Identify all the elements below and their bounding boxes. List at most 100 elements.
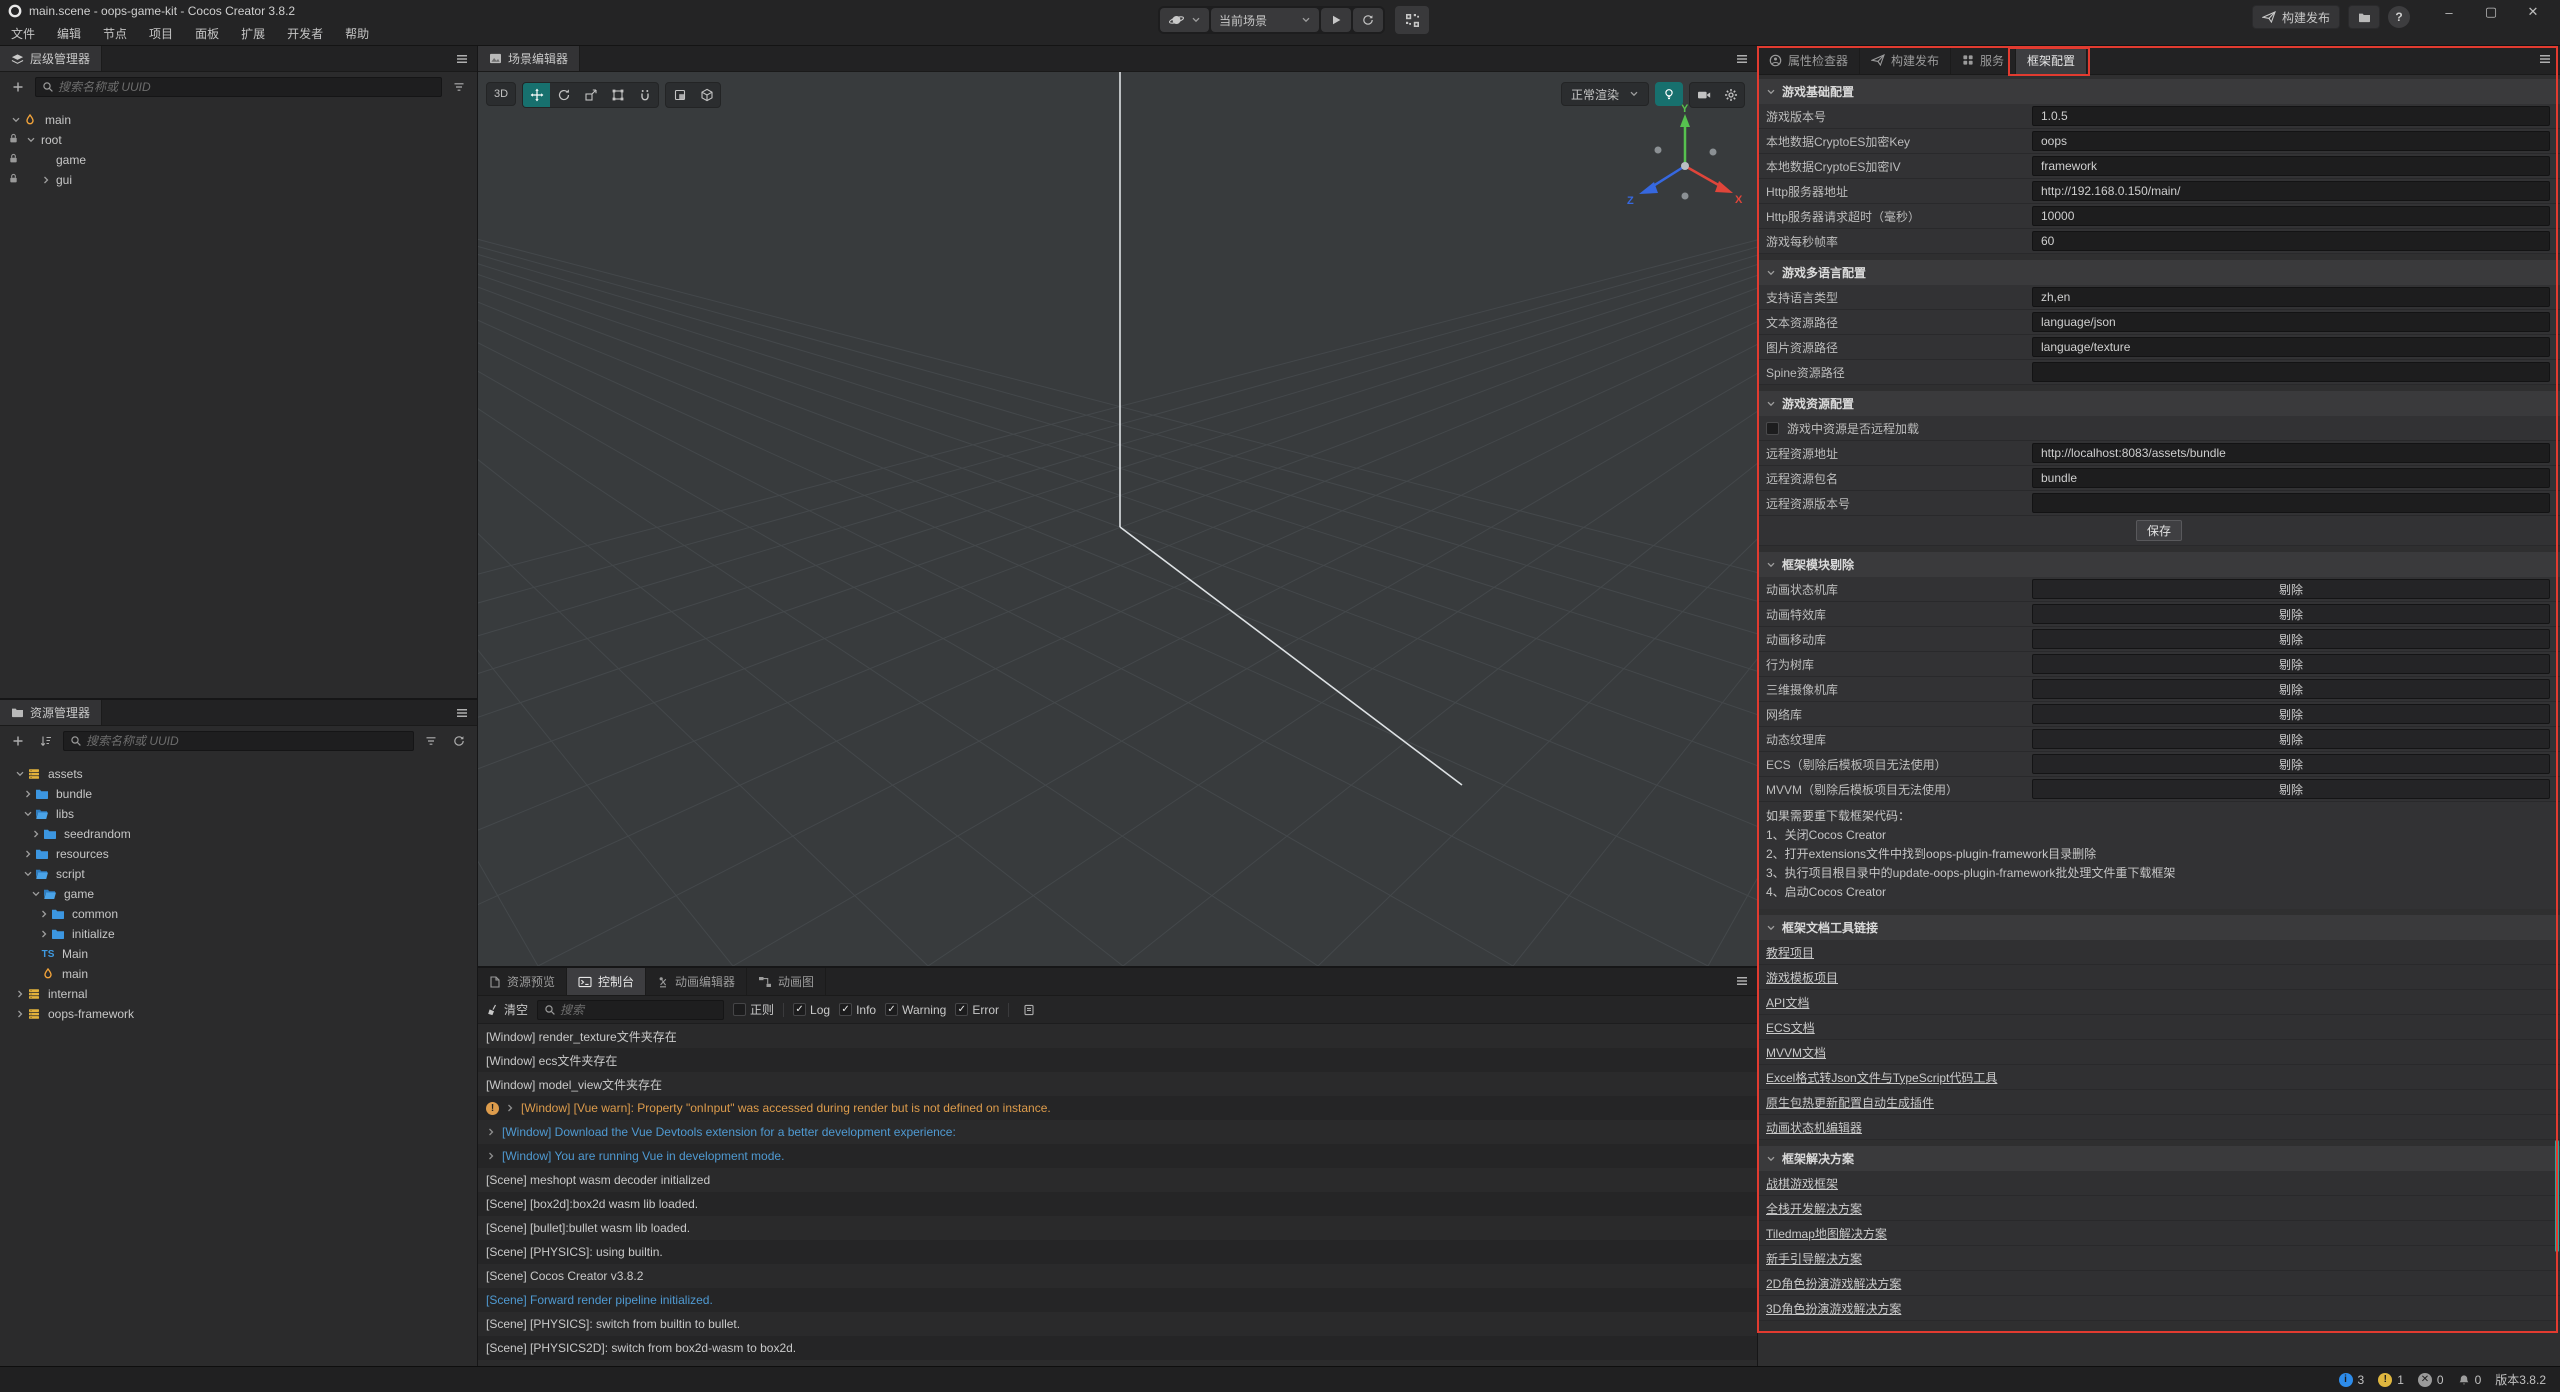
checkbox[interactable] xyxy=(733,1003,746,1016)
error-count[interactable]: ✕ 0 xyxy=(2418,1373,2444,1387)
asset-node[interactable]: initialize xyxy=(0,924,477,944)
console-log-row[interactable]: [Scene] [PHYSICS2D]: switch from box2d-w… xyxy=(478,1336,1757,1360)
property-input[interactable] xyxy=(2032,312,2550,332)
solution-link[interactable]: 3D角色扮演游戏解决方案 xyxy=(1766,1300,1901,1317)
assets-filter-button[interactable] xyxy=(420,731,442,751)
close-button[interactable]: ✕ xyxy=(2512,0,2554,24)
tab-控制台[interactable]: 控制台 xyxy=(567,968,646,995)
expand-chevron-icon[interactable] xyxy=(486,1151,496,1161)
menu-item[interactable]: 面板 xyxy=(184,22,230,46)
section-header[interactable]: 框架模块剔除 xyxy=(1758,552,2560,577)
tab-scene[interactable]: 场景编辑器 xyxy=(478,46,580,71)
console-log-row[interactable]: [Scene] [bullet]:bullet wasm lib loaded. xyxy=(478,1216,1757,1240)
maximize-button[interactable]: ▢ xyxy=(2470,0,2512,24)
property-input[interactable] xyxy=(2032,443,2550,463)
assets-search[interactable] xyxy=(63,731,414,751)
hierarchy-filter-button[interactable] xyxy=(448,77,470,97)
doc-link[interactable]: 动画状态机编辑器 xyxy=(1766,1119,1862,1136)
asset-node[interactable]: internal xyxy=(0,984,477,1004)
menu-item[interactable]: 扩展 xyxy=(230,22,276,46)
tab-框架配置[interactable]: 框架配置 xyxy=(2016,46,2087,74)
asset-node[interactable]: script xyxy=(0,864,477,884)
remove-module-button[interactable]: 剔除 xyxy=(2032,779,2550,799)
scrollbar-thumb[interactable] xyxy=(2555,1140,2559,1252)
chevron-right-icon[interactable] xyxy=(38,909,50,919)
tab-构建发布[interactable]: 构建发布 xyxy=(1860,46,1951,74)
build-publish-button[interactable]: 构建发布 xyxy=(2252,5,2340,29)
remove-module-button[interactable]: 剔除 xyxy=(2032,679,2550,699)
doc-link[interactable]: API文档 xyxy=(1766,994,1809,1011)
console-log-row[interactable]: ![Window] [Vue warn]: Property "onInput"… xyxy=(478,1096,1757,1120)
render-mode-dropdown[interactable]: 正常渲染 xyxy=(1561,82,1649,106)
axis-gizmo[interactable]: Y X Z xyxy=(1625,100,1745,230)
log-file-button[interactable] xyxy=(1018,1000,1040,1020)
lighting-toggle-button[interactable] xyxy=(1655,82,1683,106)
tab-动画编辑器[interactable]: 动画编辑器 xyxy=(646,968,747,995)
console-log-row[interactable]: [Scene] meshopt wasm decoder initialized xyxy=(478,1168,1757,1192)
menu-item[interactable]: 开发者 xyxy=(276,22,334,46)
clear-console-button[interactable]: 清空 xyxy=(487,1001,528,1018)
checkbox[interactable]: ✓ xyxy=(955,1003,968,1016)
asset-node[interactable]: main xyxy=(0,964,477,984)
assets-menu-icon[interactable] xyxy=(455,700,469,726)
property-input[interactable] xyxy=(2032,106,2550,126)
scale-tool-button[interactable] xyxy=(577,83,604,107)
rotate-tool-button[interactable] xyxy=(550,83,577,107)
tree-node[interactable]: main xyxy=(0,110,477,130)
asset-node[interactable]: bundle xyxy=(0,784,477,804)
move-tool-button[interactable] xyxy=(523,83,550,107)
chevron-right-icon[interactable] xyxy=(30,829,42,839)
doc-link[interactable]: 原生包热更新配置自动生成插件 xyxy=(1766,1094,1934,1111)
chevron-right-icon[interactable] xyxy=(22,789,34,799)
chevron-down-icon[interactable] xyxy=(10,115,22,125)
asset-node[interactable]: common xyxy=(0,904,477,924)
chevron-down-icon[interactable] xyxy=(14,769,26,779)
solution-link[interactable]: 战棋游戏框架 xyxy=(1766,1175,1838,1192)
console-log-row[interactable]: [Scene] [PHYSICS]: using builtin. xyxy=(478,1240,1757,1264)
coord-toggle-button[interactable] xyxy=(693,83,720,107)
console-log-row[interactable]: [Scene] [box2d]:box2d wasm lib loaded. xyxy=(478,1192,1757,1216)
solution-link[interactable]: 新手引导解决方案 xyxy=(1766,1250,1862,1267)
console-log-row[interactable]: [Scene] Forward render pipeline initiali… xyxy=(478,1288,1757,1312)
rect-tool-button[interactable] xyxy=(604,83,631,107)
checkbox[interactable]: ✓ xyxy=(793,1003,806,1016)
tree-node[interactable]: gui xyxy=(0,170,477,190)
chevron-right-icon[interactable] xyxy=(22,849,34,859)
hierarchy-menu-icon[interactable] xyxy=(455,46,469,72)
pivot-toggle-button[interactable] xyxy=(666,83,693,107)
tab-资源预览[interactable]: 资源预览 xyxy=(478,968,567,995)
console-search[interactable] xyxy=(537,1000,724,1020)
chevron-down-icon[interactable] xyxy=(22,869,34,879)
qr-preview-button[interactable] xyxy=(1395,6,1429,34)
remove-module-button[interactable]: 剔除 xyxy=(2032,654,2550,674)
asset-node[interactable]: libs xyxy=(0,804,477,824)
asset-node[interactable]: assets xyxy=(0,764,477,784)
scene-viewport[interactable]: Y X Z 3D xyxy=(478,72,1757,966)
asset-node[interactable]: TSMain xyxy=(0,944,477,964)
section-header[interactable]: 框架文档工具链接 xyxy=(1758,915,2560,940)
lock-icon[interactable] xyxy=(8,133,19,147)
doc-link[interactable]: 游戏模板项目 xyxy=(1766,969,1838,986)
property-input[interactable] xyxy=(2032,287,2550,307)
remove-module-button[interactable]: 剔除 xyxy=(2032,629,2550,649)
lock-icon[interactable] xyxy=(8,153,19,167)
menu-item[interactable]: 项目 xyxy=(138,22,184,46)
inspector-menu-icon[interactable] xyxy=(2538,46,2552,72)
restart-button[interactable] xyxy=(1353,8,1383,32)
checkbox[interactable]: ✓ xyxy=(885,1003,898,1016)
console-log-row[interactable]: [Window] ecs文件夹存在 xyxy=(478,1048,1757,1072)
solution-link[interactable]: 全栈开发解决方案 xyxy=(1766,1200,1862,1217)
snap-tool-button[interactable] xyxy=(631,83,658,107)
open-project-folder-button[interactable] xyxy=(2348,5,2380,29)
hierarchy-search-input[interactable] xyxy=(58,80,435,94)
minimize-button[interactable]: – xyxy=(2428,0,2470,24)
chevron-right-icon[interactable] xyxy=(38,929,50,939)
tree-node[interactable]: game xyxy=(0,150,477,170)
doc-link[interactable]: ECS文档 xyxy=(1766,1019,1815,1036)
scene-menu-icon[interactable] xyxy=(1735,46,1749,72)
property-input[interactable] xyxy=(2032,493,2550,513)
property-input[interactable] xyxy=(2032,337,2550,357)
mode-3d-button[interactable]: 3D xyxy=(486,82,516,106)
view-settings-button[interactable] xyxy=(1717,83,1744,107)
filter-Log[interactable]: ✓Log xyxy=(793,1003,830,1017)
